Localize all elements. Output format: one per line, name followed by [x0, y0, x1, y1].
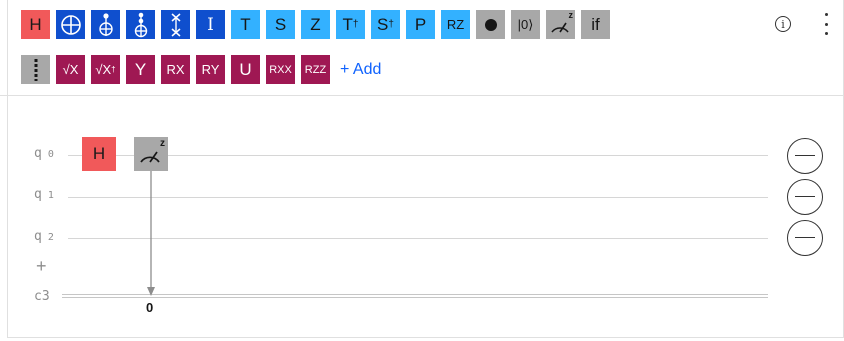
qubit-name: q: [34, 146, 42, 161]
palette-row-2: √X √X † Y RX RY U RXX RZZ + Add: [21, 55, 381, 84]
barrier-dashed-icon: [34, 58, 37, 81]
qubit-index: 0: [47, 149, 54, 160]
z-gate[interactable]: Z: [301, 10, 330, 39]
qubit-2-disk-icon[interactable]: [787, 220, 823, 256]
gate-palette: H I T S Z T † S † P RZ |0⟩ z if √X √X † …: [0, 0, 844, 96]
add-gate-link[interactable]: + Add: [340, 61, 381, 79]
swap-icon: [171, 12, 180, 37]
y-gate[interactable]: Y: [126, 55, 155, 84]
dagger-sup: †: [388, 19, 394, 30]
identity-gate[interactable]: I: [196, 10, 225, 39]
sxdg-label: √X: [95, 62, 112, 77]
oplus-icon: [60, 14, 81, 35]
measure-basis-label: z: [160, 138, 165, 149]
qubit-index: 1: [47, 190, 54, 201]
controlled-not-icon: [98, 12, 113, 36]
u-gate[interactable]: U: [231, 55, 260, 84]
measure-basis-label: z: [568, 10, 574, 20]
qubit-label-0[interactable]: q0: [34, 146, 54, 161]
qubit-0-disk-icon[interactable]: [787, 138, 823, 174]
ry-gate[interactable]: RY: [196, 55, 225, 84]
barrier-gate[interactable]: [21, 55, 50, 84]
rzz-gate[interactable]: RZZ: [301, 55, 330, 84]
qubit-wire-2[interactable]: [68, 238, 768, 239]
classical-bit-index: 0: [146, 300, 154, 315]
sx-gate[interactable]: √X: [56, 55, 85, 84]
phase-gate[interactable]: P: [406, 10, 435, 39]
tdg-gate[interactable]: T †: [336, 10, 365, 39]
s-gate[interactable]: S: [266, 10, 295, 39]
h-gate[interactable]: H: [21, 10, 50, 39]
barrier-dot-gate[interactable]: [476, 10, 505, 39]
rxx-gate[interactable]: RXX: [266, 55, 295, 84]
rx-gate[interactable]: RX: [161, 55, 190, 84]
dagger-sup: †: [111, 65, 116, 74]
swap-gate[interactable]: [161, 10, 190, 39]
toffoli-gate[interactable]: [91, 10, 120, 39]
qubit-name: q: [34, 187, 42, 202]
classical-wire-bottom[interactable]: [62, 297, 768, 298]
placed-measure-gate[interactable]: z: [134, 137, 168, 171]
overflow-menu-icon[interactable]: [822, 13, 830, 35]
classical-register-label[interactable]: c3: [34, 289, 50, 304]
filled-circle-icon: [484, 18, 497, 31]
qubit-name: q: [34, 229, 42, 244]
qubit-wire-0[interactable]: [68, 155, 768, 156]
qubit-1-disk-icon[interactable]: [787, 179, 823, 215]
add-qubit-button[interactable]: +: [36, 256, 47, 277]
rz-gate[interactable]: RZ: [441, 10, 470, 39]
qubit-label-1[interactable]: q1: [34, 187, 54, 202]
qubit-label-2[interactable]: q2: [34, 229, 54, 244]
qubit-wire-1[interactable]: [68, 197, 768, 198]
reset-gate[interactable]: |0⟩: [511, 10, 540, 39]
sxdg-gate[interactable]: √X †: [91, 55, 120, 84]
cnot-gate[interactable]: [56, 10, 85, 39]
double-controlled-not-icon: [134, 12, 147, 37]
qubit-index: 2: [47, 232, 54, 243]
info-glyph: i: [781, 17, 785, 31]
ccx-gate[interactable]: [126, 10, 155, 39]
tdg-label: T: [342, 14, 353, 34]
info-icon[interactable]: i: [775, 16, 791, 32]
placed-h-gate[interactable]: H: [82, 137, 116, 171]
sdg-label: S: [377, 14, 389, 34]
measure-gate[interactable]: z: [546, 10, 575, 39]
sdg-gate[interactable]: S †: [371, 10, 400, 39]
dagger-sup: †: [352, 19, 359, 30]
measurement-arrow: [147, 171, 155, 296]
palette-row-1: H I T S Z T † S † P RZ |0⟩ z if: [21, 10, 610, 39]
classical-wire-top[interactable]: [62, 294, 768, 295]
t-gate[interactable]: T: [231, 10, 260, 39]
if-gate[interactable]: if: [581, 10, 610, 39]
